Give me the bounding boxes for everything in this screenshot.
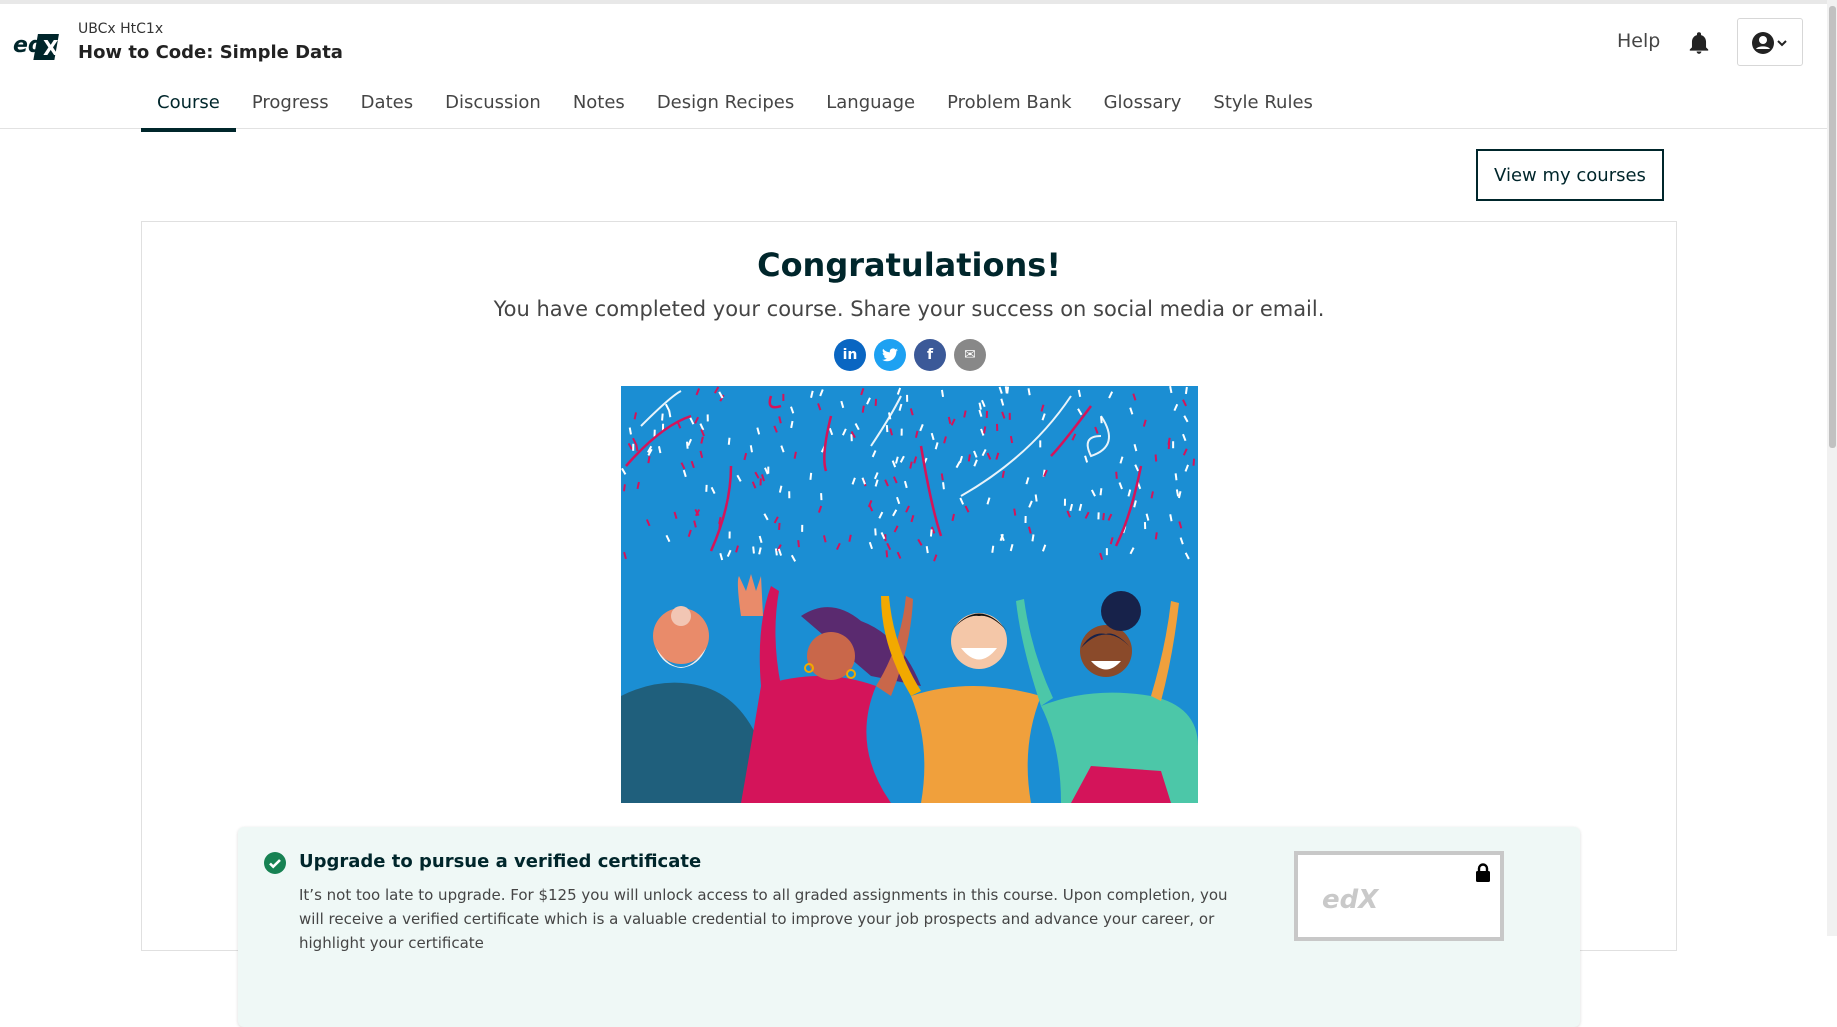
- twitter-icon[interactable]: [874, 339, 906, 371]
- lock-icon: [1476, 863, 1490, 882]
- certificate-edx-logo: edX: [1322, 885, 1379, 915]
- tab-problem-bank[interactable]: Problem Bank: [931, 80, 1088, 132]
- svg-text:X: X: [43, 36, 59, 60]
- confetti-piece: [1105, 548, 1108, 556]
- tab-style-rules[interactable]: Style Rules: [1197, 80, 1329, 132]
- linkedin-glyph: in: [842, 347, 858, 363]
- confetti-piece: [1024, 516, 1027, 524]
- confetti-piece: [1063, 498, 1067, 506]
- confetti-piece: [906, 394, 909, 402]
- tab-language[interactable]: Language: [810, 80, 931, 132]
- twitter-bird-shape: [882, 348, 898, 362]
- confetti-piece: [1008, 412, 1011, 420]
- celebration-illustration: [621, 386, 1198, 803]
- confetti-piece: [1143, 522, 1147, 530]
- confetti-piece: [801, 524, 804, 532]
- site-header: ed X UBCx HtC1x How to Code: Simple Data…: [0, 4, 1827, 132]
- upgrade-description: It’s not too late to upgrade. For $125 y…: [299, 886, 1228, 952]
- confetti-piece: [706, 414, 709, 422]
- confetti-piece: [782, 393, 785, 401]
- celebration-card: Congratulations! You have completed your…: [141, 221, 1677, 1027]
- certificate-preview: edX: [1294, 851, 1504, 941]
- check-circle-icon: [264, 852, 286, 874]
- chevron-down-icon: [1777, 40, 1787, 47]
- notifications-bell-icon[interactable]: [1686, 30, 1712, 56]
- course-org: UBCx HtC1x: [78, 21, 164, 37]
- user-avatar-icon: [1752, 32, 1787, 54]
- checkmark-shape: [269, 859, 281, 869]
- confetti-piece: [874, 398, 878, 406]
- congratulations-heading: Congratulations!: [757, 246, 1061, 284]
- confetti-piece: [705, 484, 708, 492]
- confetti-piece: [788, 491, 791, 499]
- tab-design-recipes[interactable]: Design Recipes: [641, 80, 810, 132]
- help-link[interactable]: Help: [1617, 30, 1660, 52]
- confetti-piece: [850, 434, 853, 442]
- course-tabs: Course Progress Dates Discussion Notes D…: [141, 80, 1329, 132]
- confetti-piece: [985, 410, 989, 418]
- confetti-piece: [632, 443, 635, 451]
- upgrade-banner: Upgrade to pursue a verified certificate…: [238, 827, 1580, 1027]
- tab-progress[interactable]: Progress: [236, 80, 345, 132]
- confetti-piece: [1097, 512, 1100, 520]
- facebook-icon[interactable]: f: [914, 339, 946, 371]
- confetti-piece: [759, 478, 762, 486]
- user-menu-button[interactable]: [1737, 18, 1803, 66]
- tab-notes[interactable]: Notes: [557, 80, 641, 132]
- confetti-piece: [900, 428, 903, 436]
- view-my-courses-button[interactable]: View my courses: [1476, 149, 1664, 201]
- edx-logo[interactable]: ed X: [12, 28, 62, 62]
- tab-glossary[interactable]: Glossary: [1088, 80, 1198, 132]
- scrollbar-thumb[interactable]: [1829, 6, 1836, 448]
- confetti-piece: [996, 423, 999, 431]
- course-title: How to Code: Simple Data: [78, 42, 343, 63]
- confetti-piece: [820, 493, 823, 501]
- email-glyph: ✉: [964, 347, 976, 363]
- tab-dates[interactable]: Dates: [345, 80, 429, 132]
- confetti-piece: [1172, 441, 1175, 449]
- tab-discussion[interactable]: Discussion: [429, 80, 557, 132]
- upgrade-title: Upgrade to pursue a verified certificate: [299, 851, 702, 872]
- confetti-piece: [1039, 440, 1042, 448]
- confetti-piece: [728, 531, 731, 539]
- share-buttons: in f ✉: [834, 339, 986, 371]
- tab-course[interactable]: Course: [141, 80, 236, 132]
- linkedin-icon[interactable]: in: [834, 339, 866, 371]
- completion-message: You have completed your course. Share yo…: [493, 297, 1325, 321]
- email-icon[interactable]: ✉: [954, 339, 986, 371]
- facebook-glyph: f: [926, 347, 934, 363]
